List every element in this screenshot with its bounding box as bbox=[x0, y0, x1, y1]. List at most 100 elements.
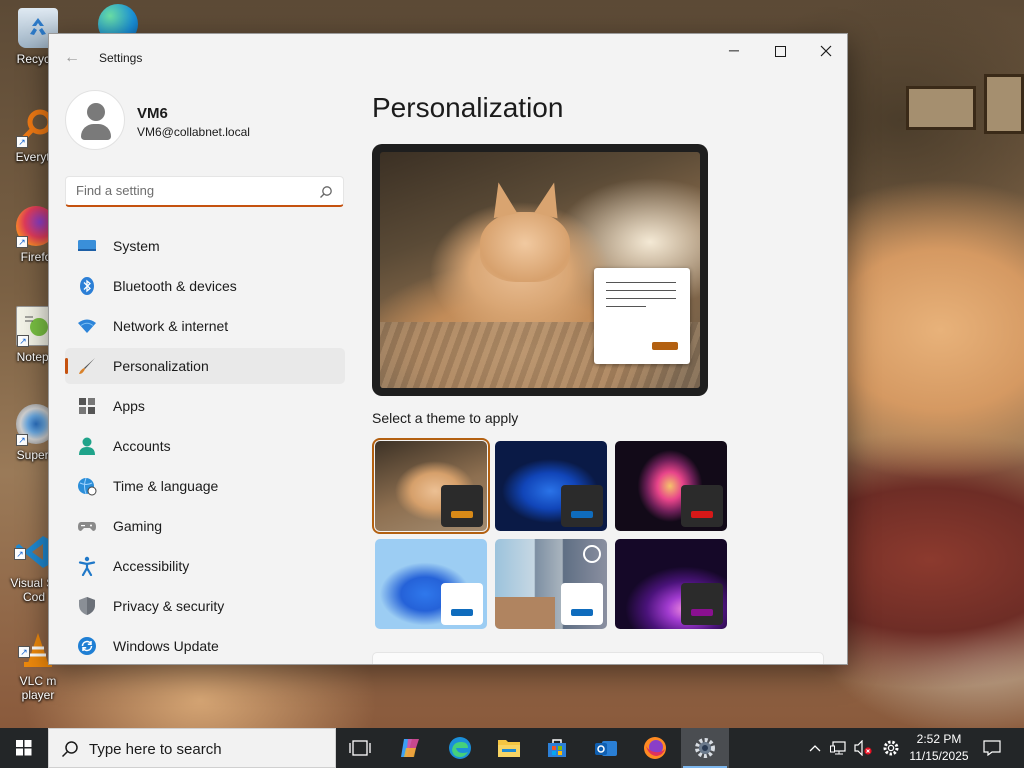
sidebar-nav: System Bluetooth & devices Network & int… bbox=[65, 228, 345, 664]
controller-icon bbox=[77, 516, 97, 536]
wall-picture-frame bbox=[984, 74, 1024, 134]
sidebar-item-label: Windows Update bbox=[113, 638, 219, 654]
taskbar-settings[interactable] bbox=[681, 728, 729, 768]
show-hidden-icons-button[interactable] bbox=[804, 728, 826, 768]
settings-card[interactable] bbox=[372, 652, 824, 664]
cat-ear-shape bbox=[486, 179, 518, 219]
task-view-icon bbox=[349, 740, 371, 756]
sidebar-item-apps[interactable]: Apps bbox=[65, 388, 345, 424]
globe-clock-icon bbox=[77, 476, 97, 496]
edge-icon bbox=[449, 737, 471, 759]
accessibility-icon bbox=[77, 556, 97, 576]
taskbar-search-placeholder: Type here to search bbox=[89, 741, 222, 758]
theme-accent-bar bbox=[691, 609, 713, 616]
update-icon bbox=[77, 636, 97, 656]
theme-tile-windows-light[interactable] bbox=[375, 539, 487, 629]
start-button[interactable] bbox=[0, 728, 48, 768]
sidebar-item-time-language[interactable]: Time & language bbox=[65, 468, 345, 504]
sidebar-item-network[interactable]: Network & internet bbox=[65, 308, 345, 344]
minimize-button[interactable]: ─ bbox=[711, 34, 757, 66]
shortcut-arrow-icon: ↗ bbox=[16, 434, 28, 446]
slideshow-icon bbox=[583, 545, 601, 563]
sidebar-item-label: Network & internet bbox=[113, 318, 229, 334]
sidebar-item-system[interactable]: System bbox=[65, 228, 345, 264]
network-monitor-icon bbox=[830, 741, 846, 755]
volume-tray-button[interactable] bbox=[852, 728, 874, 768]
theme-mini-window bbox=[681, 583, 723, 625]
wifi-icon bbox=[77, 316, 97, 336]
sidebar-item-label: Accounts bbox=[113, 438, 171, 454]
apps-icon bbox=[77, 396, 97, 416]
taskbar-firefox[interactable] bbox=[631, 728, 679, 768]
taskbar-clock[interactable]: 2:52 PM 11/15/2025 bbox=[906, 731, 972, 765]
sand-dune-shape bbox=[495, 597, 555, 629]
copilot-icon bbox=[401, 739, 419, 757]
avatar[interactable] bbox=[65, 90, 125, 150]
sidebar-item-windows-update[interactable]: Windows Update bbox=[65, 628, 345, 664]
back-arrow-icon[interactable]: ← bbox=[61, 48, 83, 68]
theme-preview bbox=[372, 144, 708, 396]
windows-logo-icon bbox=[16, 740, 32, 756]
sidebar-item-label: System bbox=[113, 238, 160, 254]
desktop-icon-label: Firefo bbox=[20, 250, 52, 264]
taskbar-store[interactable] bbox=[533, 728, 581, 768]
shortcut-arrow-icon: ↗ bbox=[17, 335, 29, 347]
clock-date: 11/15/2025 bbox=[909, 749, 969, 763]
maximize-button[interactable] bbox=[757, 34, 803, 66]
theme-accent-bar bbox=[571, 609, 593, 616]
notification-icon bbox=[983, 740, 1001, 756]
chevron-up-icon bbox=[809, 745, 821, 752]
notifications-button[interactable] bbox=[978, 728, 1006, 768]
monitor-icon bbox=[77, 236, 97, 256]
preview-line bbox=[606, 306, 646, 307]
theme-accent-bar bbox=[451, 609, 473, 616]
shortcut-arrow-icon: ↗ bbox=[18, 646, 30, 658]
sidebar-item-label: Time & language bbox=[113, 478, 219, 494]
sidebar-item-label: Privacy & security bbox=[113, 598, 225, 614]
theme-accent-bar bbox=[571, 511, 593, 518]
sidebar-item-label: Bluetooth & devices bbox=[113, 278, 237, 294]
search-box[interactable] bbox=[65, 176, 344, 207]
theme-tile-windows-dark[interactable] bbox=[495, 441, 607, 531]
bluetooth-icon bbox=[77, 276, 97, 296]
taskbar-edge[interactable] bbox=[436, 728, 484, 768]
close-button[interactable] bbox=[803, 34, 847, 66]
sidebar-item-accessibility[interactable]: Accessibility bbox=[65, 548, 345, 584]
sidebar-item-privacy[interactable]: Privacy & security bbox=[65, 588, 345, 624]
theme-tile-glow[interactable] bbox=[615, 441, 727, 531]
settings-tray-button[interactable] bbox=[878, 728, 904, 768]
user-name: VM6 bbox=[137, 105, 168, 122]
speaker-muted-icon bbox=[854, 740, 872, 756]
outlook-icon bbox=[595, 741, 617, 756]
wall-picture-frame bbox=[906, 86, 976, 130]
sidebar-item-accounts[interactable]: Accounts bbox=[65, 428, 345, 464]
search-input[interactable] bbox=[76, 183, 311, 198]
theme-tile-cat-photo[interactable] bbox=[372, 438, 490, 534]
theme-tile-sunrise[interactable] bbox=[615, 539, 727, 629]
avatar-person-icon bbox=[87, 103, 105, 121]
page-title: Personalization bbox=[372, 92, 564, 123]
network-tray-button[interactable] bbox=[828, 728, 850, 768]
preview-window-sample bbox=[594, 268, 690, 364]
window-title: Settings bbox=[99, 51, 143, 65]
shortcut-arrow-icon: ↗ bbox=[16, 136, 28, 148]
sidebar-item-personalization[interactable]: Personalization bbox=[65, 348, 345, 384]
title-bar[interactable]: ← Settings ─ bbox=[49, 34, 847, 82]
search-icon bbox=[320, 186, 332, 198]
cat-ear-shape bbox=[534, 179, 566, 219]
theme-mini-window bbox=[441, 583, 483, 625]
search-icon bbox=[61, 741, 78, 758]
taskbar-outlook[interactable] bbox=[582, 728, 630, 768]
shortcut-arrow-icon: ↗ bbox=[16, 236, 28, 248]
taskbar-file-explorer[interactable] bbox=[485, 728, 533, 768]
theme-mini-window bbox=[681, 485, 723, 527]
close-icon bbox=[820, 45, 832, 57]
taskbar-search-box[interactable]: Type here to search bbox=[48, 728, 336, 768]
task-view-button[interactable] bbox=[336, 728, 384, 768]
sidebar-item-bluetooth[interactable]: Bluetooth & devices bbox=[65, 268, 345, 304]
settings-window: ← Settings ─ VM6 VM6@collabnet.local Sys… bbox=[48, 33, 848, 665]
sidebar-item-label: Apps bbox=[113, 398, 145, 414]
taskbar-copilot[interactable] bbox=[386, 728, 434, 768]
sidebar-item-gaming[interactable]: Gaming bbox=[65, 508, 345, 544]
theme-tile-captured-motion[interactable] bbox=[495, 539, 607, 629]
